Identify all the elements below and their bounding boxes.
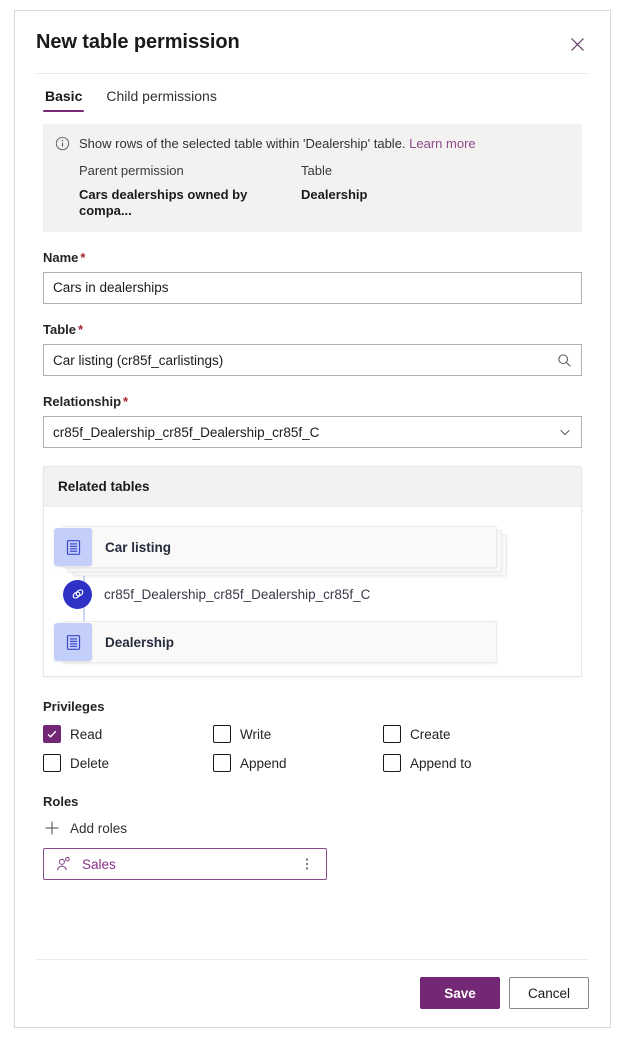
chevron-down-icon[interactable]	[558, 425, 572, 439]
info-banner-text: Show rows of the selected table within '…	[79, 135, 476, 152]
table-picker-value: Car listing (cr85f_carlistings)	[53, 352, 224, 368]
relationship-dropdown[interactable]: cr85f_Dealership_cr85f_Dealership_cr85f_…	[43, 416, 582, 448]
info-banner-message-row: Show rows of the selected table within '…	[55, 135, 568, 152]
parent-permission-label: Parent permission	[79, 163, 184, 178]
add-roles-button[interactable]: Add roles	[44, 820, 127, 836]
table-field-group: Table * Car listing (cr85f_carlistings)	[43, 322, 582, 376]
relationship-field-group: Relationship * cr85f_Dealership_cr85f_Dea…	[43, 394, 582, 448]
name-input[interactable]	[53, 273, 572, 303]
privilege-checkbox-read[interactable]: Read	[43, 725, 213, 743]
privilege-checkbox-append[interactable]: Append	[213, 754, 383, 772]
add-roles-label: Add roles	[70, 820, 128, 836]
checkbox-delete[interactable]	[43, 754, 61, 772]
checkbox-read[interactable]	[43, 725, 61, 743]
relationship-label: Relationship *	[43, 394, 582, 410]
privileges-label: Privileges	[43, 699, 105, 714]
close-icon[interactable]	[562, 29, 592, 59]
relationship-node-label: cr85f_Dealership_cr85f_Dealership_cr85f_…	[104, 586, 371, 602]
name-label-text: Name	[43, 250, 79, 265]
privilege-label-append-to: Append to	[410, 755, 472, 771]
table-value: Dealership	[301, 187, 368, 202]
source-node[interactable]: Car listing	[54, 526, 497, 568]
link-icon	[63, 579, 92, 609]
privilege-label-append: Append	[240, 755, 287, 771]
source-node-stack: Car listing	[54, 526, 513, 576]
target-node[interactable]: Dealership	[54, 621, 497, 663]
roles-label: Roles	[43, 794, 79, 809]
target-node-label: Dealership	[105, 634, 175, 650]
privilege-checkbox-create[interactable]: Create	[383, 725, 582, 743]
privilege-label-write: Write	[240, 726, 272, 742]
privilege-checkbox-write[interactable]: Write	[213, 725, 383, 743]
table-icon	[54, 623, 92, 661]
tab-child-permissions[interactable]: Child permissions	[104, 89, 218, 112]
checkbox-write[interactable]	[213, 725, 231, 743]
save-button[interactable]: Save	[420, 977, 500, 1009]
page-title: New table permission	[36, 31, 240, 53]
relationship-node[interactable]: cr85f_Dealership_cr85f_Dealership_cr85f_…	[63, 579, 581, 609]
panel-header: New table permission	[15, 11, 610, 73]
parent-permission-value: Cars dealerships owned by compa...	[79, 187, 248, 218]
role-chip-sales[interactable]: Sales	[43, 848, 327, 880]
name-label: Name *	[43, 250, 582, 266]
table-label: Table	[301, 163, 333, 178]
name-input-wrapper[interactable]	[43, 272, 582, 304]
person-icon	[55, 856, 72, 873]
privilege-label-read: Read	[70, 726, 103, 742]
privilege-checkbox-delete[interactable]: Delete	[43, 754, 213, 772]
related-tables-header: Related tables	[44, 467, 581, 507]
table-picker[interactable]: Car listing (cr85f_carlistings)	[43, 344, 582, 376]
plus-icon	[44, 820, 60, 836]
role-chip-label: Sales	[82, 856, 116, 872]
checkbox-create[interactable]	[383, 725, 401, 743]
more-vertical-icon[interactable]	[297, 857, 317, 871]
info-banner-table: Parent permission Table Cars dealerships…	[55, 163, 568, 219]
checkbox-append[interactable]	[213, 754, 231, 772]
learn-more-link[interactable]: Learn more	[409, 136, 475, 151]
related-tables-card: Related tables Car listing cr85f_Dealers…	[43, 466, 582, 677]
table-icon	[54, 528, 92, 566]
privileges-grid: Read Write Create Delete Append Append t…	[43, 725, 582, 772]
privilege-label-delete: Delete	[70, 755, 110, 771]
related-tables-diagram: Car listing cr85f_Dealership_cr85f_Deale…	[44, 507, 581, 676]
tab-basic[interactable]: Basic	[43, 89, 85, 112]
info-banner-message: Show rows of the selected table within '…	[79, 136, 406, 151]
info-icon	[55, 136, 70, 151]
table-label-text: Table	[43, 322, 76, 337]
cancel-button[interactable]: Cancel	[509, 977, 589, 1009]
privilege-checkbox-append-to[interactable]: Append to	[383, 754, 582, 772]
relationship-label-text: Relationship	[43, 394, 122, 409]
name-field-group: Name *	[43, 250, 582, 304]
source-node-label: Car listing	[105, 539, 172, 555]
panel-body: Show rows of the selected table within '…	[15, 112, 610, 959]
info-banner: Show rows of the selected table within '…	[43, 124, 582, 232]
table-required-marker: *	[78, 322, 84, 337]
name-required-marker: *	[80, 250, 86, 265]
checkbox-append-to[interactable]	[383, 754, 401, 772]
relationship-required-marker: *	[123, 394, 129, 409]
tab-list: Basic Child permissions	[15, 74, 610, 112]
table-field-label: Table *	[43, 322, 582, 338]
search-icon[interactable]	[557, 353, 572, 368]
new-table-permission-panel: New table permission Basic Child permiss…	[14, 10, 611, 1028]
privilege-label-create: Create	[410, 726, 451, 742]
panel-footer: Save Cancel	[36, 959, 589, 1027]
relationship-dropdown-value: cr85f_Dealership_cr85f_Dealership_cr85f_…	[53, 424, 320, 440]
